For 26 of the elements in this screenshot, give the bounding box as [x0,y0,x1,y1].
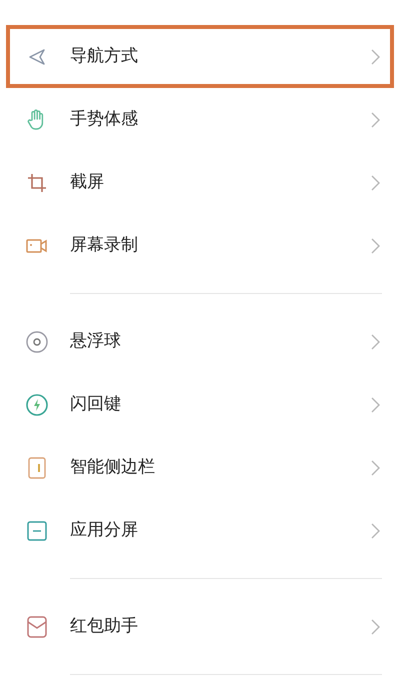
split-screen-icon [27,520,47,540]
send-arrow-icon [28,48,46,66]
chevron-right-icon [371,48,380,64]
settings-item[interactable]: 手势体感 [6,88,394,151]
chevron-right-icon [371,522,380,538]
ring-dot-icon [26,330,48,352]
chevron-right-icon [371,112,380,128]
settings-item[interactable]: 应用分屏 [6,499,394,562]
chevron-right-icon [371,460,380,476]
chevron-right-icon [371,174,380,190]
settings-item[interactable]: 截屏 [6,151,394,214]
chevron-right-icon [371,396,380,412]
settings-item[interactable]: 悬浮球 [6,310,394,373]
lightning-icon [26,394,48,416]
chevron-right-icon [371,618,380,634]
envelope-icon [27,616,47,638]
video-camera-icon [26,238,48,254]
settings-item[interactable]: 智能侧边栏 [6,436,394,499]
settings-item[interactable]: 屏幕录制 [6,214,394,277]
settings-item[interactable]: 闪回键 [6,373,394,436]
settings-item[interactable]: 导航方式 [6,25,394,88]
chevron-right-icon [371,238,380,254]
chevron-right-icon [371,334,380,350]
settings-item[interactable]: 红包助手 [6,595,394,658]
crop-icon [27,172,47,192]
sidebar-panel-icon [28,456,46,478]
